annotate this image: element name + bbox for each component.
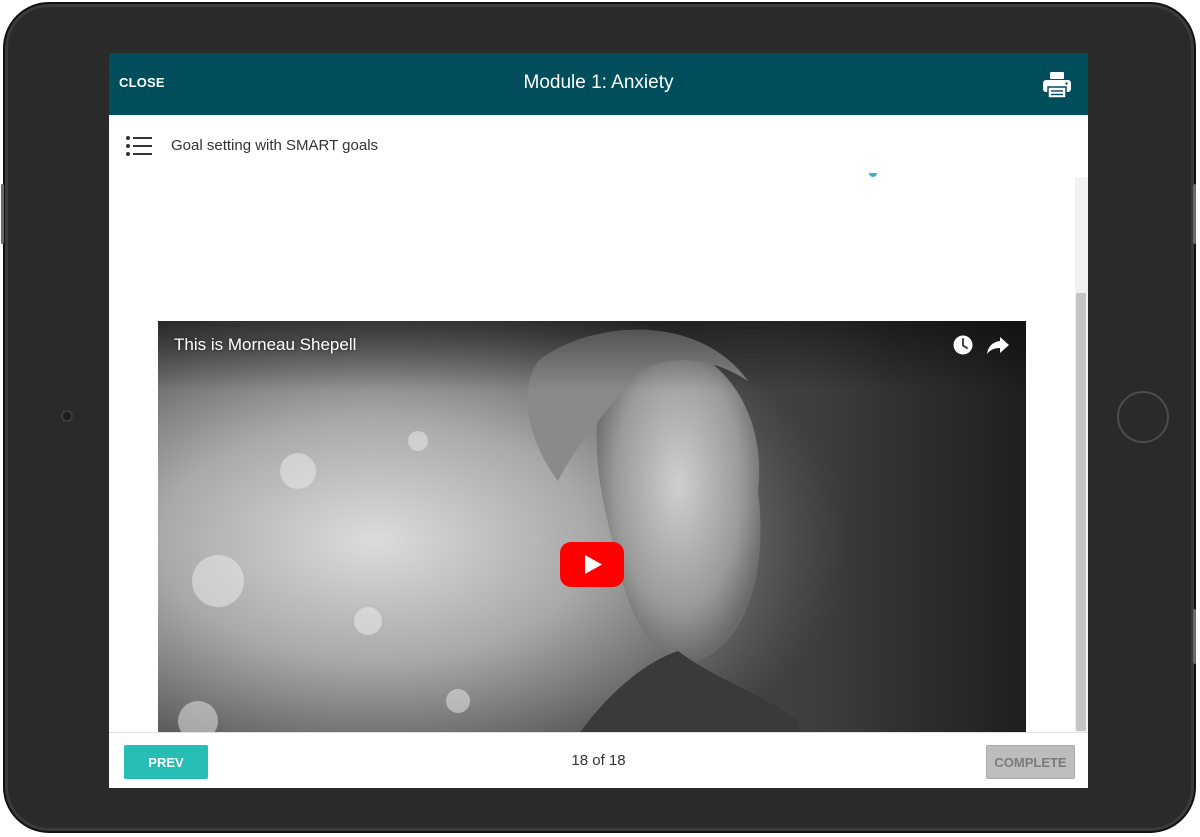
app-screen: CLOSE Module 1: Anxiety Goal setting wit… <box>109 53 1088 788</box>
side-button-lower <box>1193 609 1196 664</box>
video-title: This is Morneau Shepell <box>174 335 357 354</box>
header-bar: CLOSE Module 1: Anxiety <box>109 53 1088 115</box>
content-area: This is Morneau Shepell <box>109 173 1075 788</box>
lesson-bar: Goal setting with SMART goals <box>109 115 1088 178</box>
share-icon[interactable] <box>986 334 1010 356</box>
lesson-title: Goal setting with SMART goals <box>171 137 379 154</box>
complete-button[interactable]: COMPLETE <box>986 745 1075 779</box>
printer-icon[interactable] <box>1042 71 1072 99</box>
home-button <box>1117 391 1169 443</box>
scroll-hint-mark <box>869 173 877 177</box>
scrollbar-thumb[interactable] <box>1076 293 1086 731</box>
volume-button <box>1 184 4 244</box>
page-indicator: 18 of 18 <box>571 752 626 769</box>
video-player[interactable]: This is Morneau Shepell <box>158 321 1026 788</box>
side-button <box>1193 184 1196 244</box>
clock-icon[interactable] <box>952 334 974 356</box>
module-title: Module 1: Anxiety <box>523 72 674 93</box>
list-icon[interactable] <box>126 135 152 157</box>
footer-bar: PREV 18 of 18 COMPLETE <box>109 732 1088 788</box>
play-icon[interactable] <box>560 542 624 587</box>
camera-icon <box>61 410 73 422</box>
